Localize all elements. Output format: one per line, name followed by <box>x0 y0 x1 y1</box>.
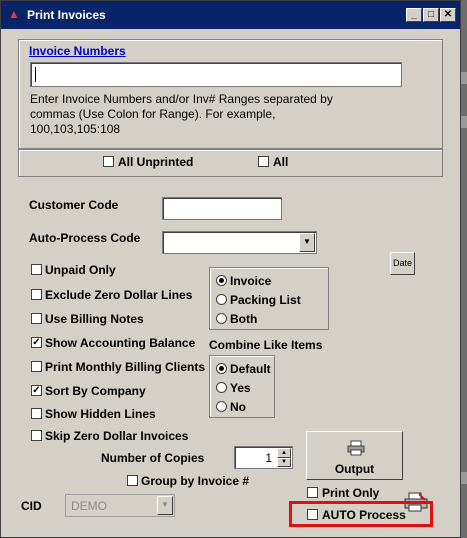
number-of-copies-value: 1 <box>265 451 272 465</box>
print-only-checkbox[interactable] <box>307 487 318 498</box>
close-button[interactable]: ✕ <box>440 8 456 22</box>
invoice-numbers-input[interactable] <box>30 62 402 87</box>
no-radio-label: No <box>230 400 246 414</box>
background-window-strip <box>461 0 467 538</box>
all-checkbox[interactable] <box>258 156 269 167</box>
show-hidden-lines-label: Show Hidden Lines <box>45 407 156 421</box>
default-radio-label: Default <box>230 362 271 376</box>
both-radio[interactable] <box>216 313 227 324</box>
invoice-radio[interactable] <box>216 275 227 286</box>
print-monthly-billing-clients-checkbox[interactable] <box>31 361 42 372</box>
maximize-button[interactable]: □ <box>423 8 439 22</box>
title-bar[interactable]: ▲ Print Invoices _ □ ✕ <box>1 1 460 29</box>
all-unprinted-label: All Unprinted <box>118 155 194 169</box>
invoice-numbers-link[interactable]: Invoice Numbers <box>29 44 126 58</box>
show-accounting-balance-label: Show Accounting Balance <box>45 336 196 350</box>
cid-dropdown[interactable]: DEMO ▼ <box>65 494 175 517</box>
customer-code-input[interactable] <box>162 197 282 220</box>
packing-list-radio[interactable] <box>216 294 227 305</box>
app-icon[interactable]: ▲ <box>7 7 21 21</box>
exclude-zero-dollar-lines-checkbox[interactable] <box>31 289 42 300</box>
minimize-button[interactable]: _ <box>406 8 422 22</box>
use-billing-notes-checkbox[interactable] <box>31 313 42 324</box>
yes-radio-label: Yes <box>230 381 251 395</box>
unpaid-only-checkbox[interactable] <box>31 264 42 275</box>
default-radio[interactable] <box>216 363 227 374</box>
group-by-invoice-checkbox[interactable] <box>127 475 138 486</box>
number-of-copies-spinner[interactable]: 1 ▲ ▼ <box>234 446 293 469</box>
auto-process-code-label: Auto-Process Code <box>29 231 141 245</box>
cid-value: DEMO <box>71 499 107 513</box>
auto-process-highlight <box>289 501 433 527</box>
exclude-zero-dollar-lines-label: Exclude Zero Dollar Lines <box>45 288 193 302</box>
group-by-invoice-label: Group by Invoice # <box>141 474 250 488</box>
window-title: Print Invoices <box>27 8 106 22</box>
help-text-line3: 100,103,105:108 <box>30 122 121 136</box>
strip-band <box>461 116 467 128</box>
yes-radio[interactable] <box>216 382 227 393</box>
show-hidden-lines-checkbox[interactable] <box>31 408 42 419</box>
customer-code-label: Customer Code <box>29 198 119 212</box>
number-of-copies-label: Number of Copies <box>101 451 205 465</box>
unpaid-only-label: Unpaid Only <box>45 263 116 277</box>
strip-band <box>461 472 467 484</box>
spinner-down-icon[interactable]: ▼ <box>277 458 291 467</box>
auto-process-code-dropdown[interactable]: ▼ <box>162 231 317 254</box>
print-only-label: Print Only <box>322 486 380 500</box>
use-billing-notes-label: Use Billing Notes <box>45 312 144 326</box>
sort-by-company-label: Sort By Company <box>45 384 146 398</box>
invoice-radio-label: Invoice <box>230 274 272 288</box>
help-text-line2: commas (Use Colon for Range). For exampl… <box>30 107 276 121</box>
output-button-label: Output <box>334 462 375 476</box>
text-cursor <box>35 67 36 82</box>
date-button[interactable]: Date <box>390 252 415 275</box>
sort-by-company-checkbox[interactable]: ✓ <box>31 385 42 396</box>
print-invoices-window: ▲ Print Invoices _ □ ✕ Invoice Numbers E… <box>0 0 461 538</box>
skip-zero-dollar-invoices-checkbox[interactable] <box>31 430 42 441</box>
print-monthly-billing-clients-label: Print Monthly Billing Clients <box>45 360 205 374</box>
output-button[interactable]: Output <box>306 431 403 480</box>
all-label: All <box>273 155 289 169</box>
all-unprinted-checkbox[interactable] <box>103 156 114 167</box>
strip-band <box>461 72 467 84</box>
skip-zero-dollar-invoices-label: Skip Zero Dollar Invoices <box>45 429 189 443</box>
print-filter-group <box>18 149 443 177</box>
chevron-down-icon: ▼ <box>157 496 173 515</box>
packing-list-radio-label: Packing List <box>230 293 301 307</box>
both-radio-label: Both <box>230 312 258 326</box>
printer-icon <box>347 440 365 456</box>
help-text-line1: Enter Invoice Numbers and/or Inv# Ranges… <box>30 92 333 106</box>
spinner-up-icon[interactable]: ▲ <box>277 448 291 458</box>
cid-label: CID <box>21 499 42 513</box>
combine-like-items-heading: Combine Like Items <box>209 338 323 352</box>
no-radio[interactable] <box>216 401 227 412</box>
show-accounting-balance-checkbox[interactable]: ✓ <box>31 337 42 348</box>
chevron-down-icon[interactable]: ▼ <box>299 233 315 252</box>
